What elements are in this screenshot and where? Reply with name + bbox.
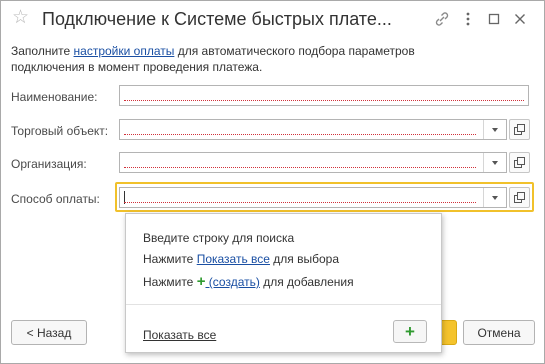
dropdown-create-hint: Нажмите + (создать) для добавления xyxy=(143,273,354,290)
title-bar: ☆ Подключение к Системе быстрых плате... xyxy=(1,1,544,37)
choice-dropdown: Введите строку для поиска Нажмите Показа… xyxy=(125,213,442,353)
name-input[interactable] xyxy=(119,85,529,106)
organization-dropdown-button[interactable] xyxy=(483,153,506,172)
favorite-star-icon[interactable]: ☆ xyxy=(12,7,29,29)
hint-prefix: Нажмите xyxy=(143,252,197,266)
required-underline xyxy=(124,167,476,168)
payment-method-label: Способ оплаты: xyxy=(11,192,100,206)
payment-method-dropdown-button[interactable] xyxy=(483,188,506,207)
create-inline-link[interactable]: (создать) xyxy=(205,275,260,289)
add-item-button[interactable]: + xyxy=(393,320,427,343)
dropdown-hint: Введите строку для поиска xyxy=(143,231,295,245)
back-button[interactable]: < Назад xyxy=(11,320,87,345)
payment-settings-link[interactable]: настройки оплаты xyxy=(74,44,175,58)
plus-icon: + xyxy=(405,321,415,341)
chevron-down-icon xyxy=(492,160,498,165)
open-form-icon xyxy=(514,157,525,168)
payment-method-input[interactable] xyxy=(119,187,507,208)
required-underline xyxy=(124,134,476,135)
payment-method-open-button[interactable] xyxy=(509,187,530,208)
link-icon[interactable] xyxy=(433,10,451,28)
hint-suffix: для выбора xyxy=(269,252,340,266)
intro-text-start: Заполните xyxy=(11,44,74,58)
organization-input[interactable] xyxy=(119,152,507,173)
trade-object-dropdown-button[interactable] xyxy=(483,120,506,139)
intro-text: Заполните настройки оплаты для автоматич… xyxy=(11,43,481,75)
hint-prefix: Нажмите xyxy=(143,275,197,289)
minimize-icon[interactable] xyxy=(485,10,503,28)
trade-object-input[interactable] xyxy=(119,119,507,140)
show-all-inline-link[interactable]: Показать все xyxy=(197,252,270,266)
organization-label: Организация: xyxy=(11,157,87,171)
trade-object-label: Торговый объект: xyxy=(11,124,109,138)
hint-suffix: для добавления xyxy=(259,275,354,289)
required-underline xyxy=(124,100,524,101)
chevron-down-icon xyxy=(492,195,498,200)
open-form-icon xyxy=(514,192,525,203)
more-menu-icon[interactable] xyxy=(459,10,477,28)
name-label: Наименование: xyxy=(11,90,98,104)
required-underline xyxy=(124,202,476,203)
show-all-link[interactable]: Показать все xyxy=(143,328,216,342)
dropdown-show-all-hint: Нажмите Показать все для выбора xyxy=(143,252,339,266)
organization-open-button[interactable] xyxy=(509,152,530,173)
dropdown-divider xyxy=(126,304,441,305)
dialog-window: ☆ Подключение к Системе быстрых плате...… xyxy=(0,0,545,364)
trade-object-open-button[interactable] xyxy=(509,119,530,140)
chevron-down-icon xyxy=(492,127,498,132)
open-form-icon xyxy=(514,124,525,135)
cancel-button[interactable]: Отмена xyxy=(463,320,535,345)
window-title: Подключение к Системе быстрых плате... xyxy=(42,9,392,29)
close-icon[interactable] xyxy=(511,10,529,28)
